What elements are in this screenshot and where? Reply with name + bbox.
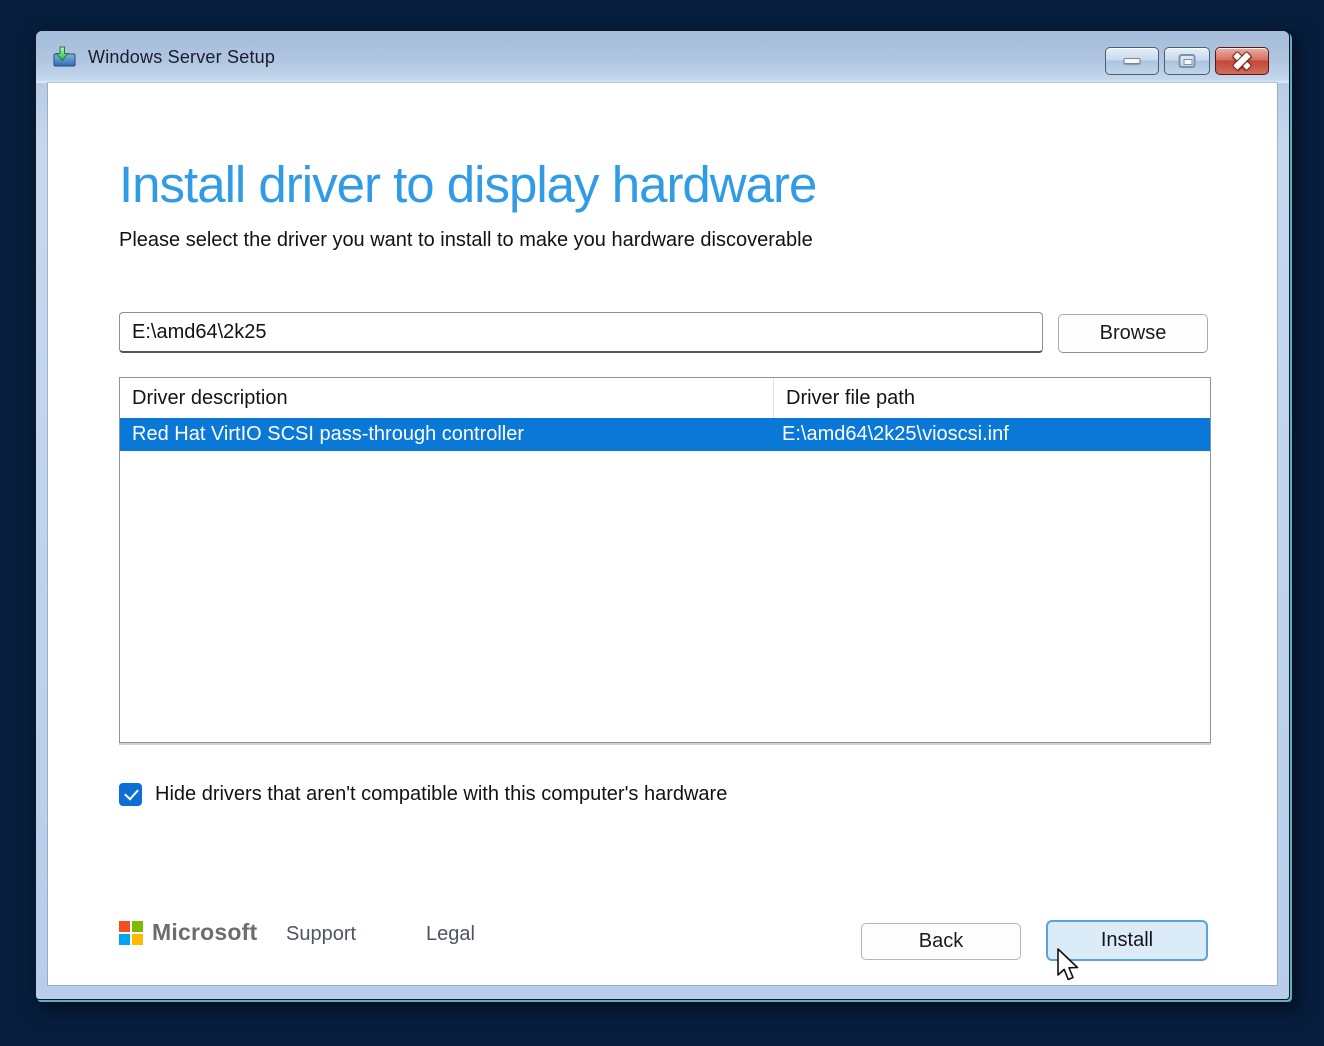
checkbox-label: Hide drivers that aren't compatible with… xyxy=(155,783,727,806)
maximize-button[interactable] xyxy=(1164,47,1210,75)
maximize-icon xyxy=(1179,54,1196,68)
checkbox-checked-icon[interactable] xyxy=(119,783,142,806)
page-title: Install driver to display hardware xyxy=(119,155,816,214)
hide-incompatible-checkbox[interactable]: Hide drivers that aren't compatible with… xyxy=(119,783,727,806)
browse-button[interactable]: Browse xyxy=(1058,314,1208,353)
driver-row-selected[interactable]: Red Hat VirtIO SCSI pass-through control… xyxy=(120,418,1210,451)
close-button[interactable] xyxy=(1215,47,1269,75)
setup-window: Windows Server Setup Install driver to d… xyxy=(35,30,1290,1000)
desktop: { "window": { "title": "Windows Server S… xyxy=(0,0,1324,1046)
page-subtitle: Please select the driver you want to ins… xyxy=(119,229,813,252)
driver-description-cell: Red Hat VirtIO SCSI pass-through control… xyxy=(120,423,774,446)
minimize-icon xyxy=(1124,58,1141,64)
driver-install-icon xyxy=(52,46,78,68)
minimize-button[interactable] xyxy=(1105,47,1159,75)
driver-table-header: Driver description Driver file path xyxy=(120,378,1210,418)
column-header-file-path[interactable]: Driver file path xyxy=(774,378,1210,418)
column-header-description[interactable]: Driver description xyxy=(120,378,774,418)
driver-path-input[interactable] xyxy=(119,312,1043,353)
microsoft-logo-icon xyxy=(119,921,143,945)
legal-link[interactable]: Legal xyxy=(426,923,475,946)
back-button[interactable]: Back xyxy=(861,923,1021,960)
microsoft-logo: Microsoft xyxy=(119,919,257,946)
title-bar[interactable]: Windows Server Setup xyxy=(36,31,1289,83)
window-controls xyxy=(1105,47,1269,75)
client-area: Install driver to display hardware Pleas… xyxy=(48,83,1277,985)
driver-table[interactable]: Driver description Driver file path Red … xyxy=(119,377,1211,743)
mouse-cursor xyxy=(1056,948,1082,986)
microsoft-wordmark: Microsoft xyxy=(152,919,257,946)
close-icon xyxy=(1233,52,1251,70)
driver-file-path-cell: E:\amd64\2k25\vioscsi.inf xyxy=(774,423,1210,446)
window-title: Windows Server Setup xyxy=(88,47,275,68)
support-link[interactable]: Support xyxy=(286,923,356,946)
